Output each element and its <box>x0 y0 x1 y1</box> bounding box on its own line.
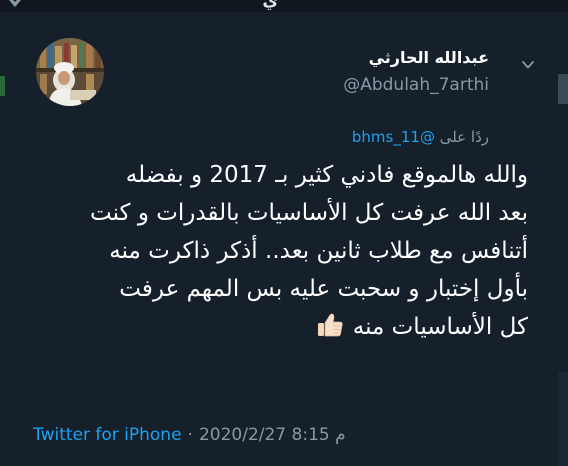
reply-context: ردًا على @bhms_11 <box>352 128 489 146</box>
reply-mention-link[interactable]: @bhms_11 <box>352 128 435 146</box>
source-link[interactable]: Twitter for iPhone <box>33 425 182 445</box>
tweet-text-line: كل الأساسيات منه <box>352 314 528 340</box>
tweet-text-line: والله هالموقع فادني كثير بـ 2017 و بفضله <box>125 162 528 188</box>
display-name[interactable]: عبدالله الحارثي <box>369 48 489 67</box>
reply-prefix: ردًا على <box>439 128 489 146</box>
tweet-last-line: كل الأساسيات منه <box>32 308 528 346</box>
chevron-down-icon[interactable] <box>521 60 535 70</box>
tweet-date[interactable]: 2020/2/27 <box>199 425 286 445</box>
background-edge-content <box>0 76 5 96</box>
background-edge-content <box>558 372 568 466</box>
tweet-text-line: أتنافس مع طلاب ثانين بعد.. أذكر ذاكرت من… <box>109 238 528 264</box>
tweet-card: عبدالله الحارثي @Abdulah_7arthi ردًا على… <box>14 12 558 466</box>
tweet-text: والله هالموقع فادني كثير بـ 2017 و بفضله… <box>32 156 528 346</box>
avatar-image <box>36 38 104 106</box>
avatar[interactable] <box>36 38 104 106</box>
username[interactable]: @Abdulah_7arthi <box>343 75 489 95</box>
thumbs-up-icon <box>318 313 344 337</box>
tweet-text-line: بعد الله عرفت كل الأساسيات بالقدرات و كن… <box>90 200 528 226</box>
meta-separator: · <box>187 425 193 445</box>
background-top-strip: ي <box>0 0 568 12</box>
tweet-text-line: بأول إختبار و سحبت عليه بس المهم عرفت <box>119 276 528 302</box>
background-title-fragment: ي <box>262 0 278 11</box>
bird-icon <box>9 0 21 7</box>
tweet-time[interactable]: م 8:15 <box>292 425 346 445</box>
tweet-meta: Twitter for iPhone · 2020/2/27 م 8:15 <box>33 425 346 445</box>
